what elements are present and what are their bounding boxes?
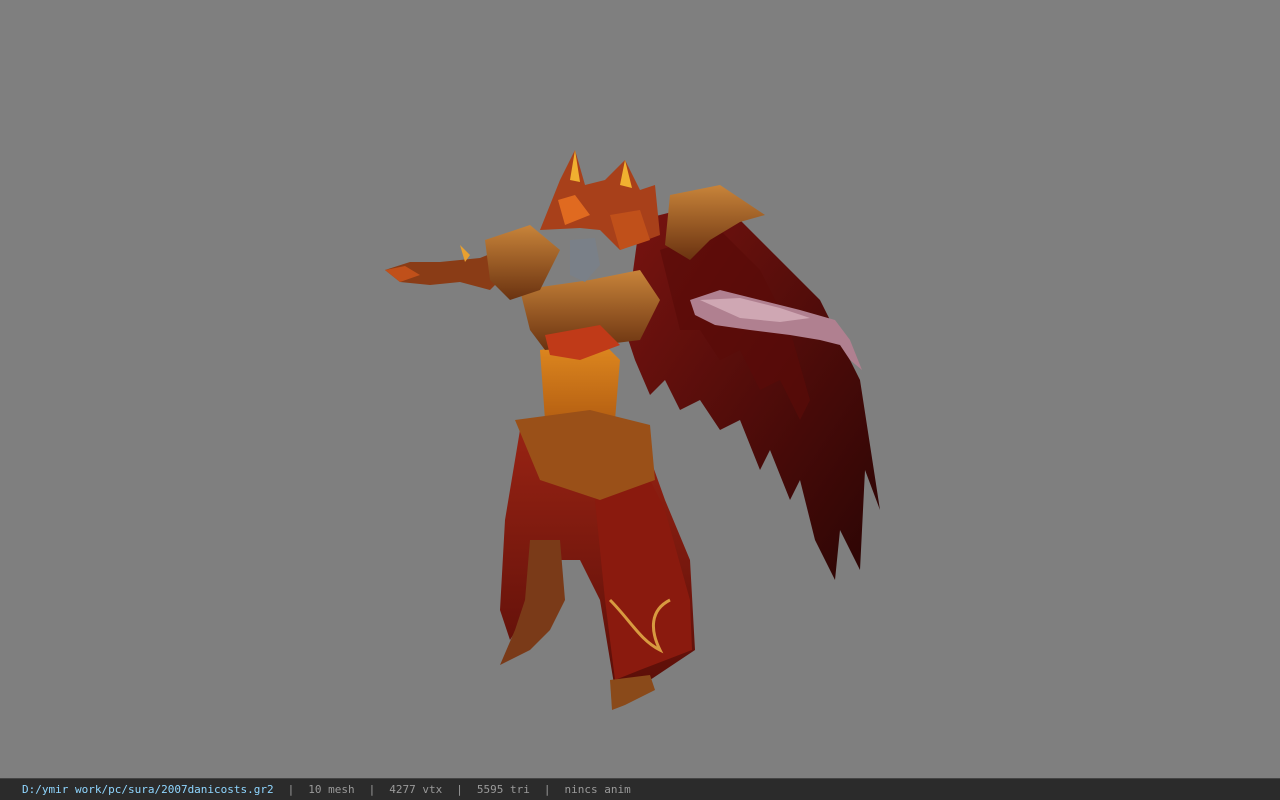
vertex-count: 4277 vtx [389,783,443,796]
character-model [385,150,880,710]
file-path: D:/ymir work/pc/sura/2007danicosts.gr2 [22,783,274,796]
separator: | [287,783,295,796]
mesh-count: 10 mesh [308,783,355,796]
torso [515,270,660,500]
status-bar: D:/ymir work/pc/sura/2007danicosts.gr2 |… [0,778,1280,800]
3d-viewport[interactable] [0,0,1280,778]
triangle-count: 5595 tri [476,783,530,796]
separator: | [543,783,551,796]
separator: | [456,783,463,796]
animation-status: nincs anim [564,783,631,796]
separator: | [368,783,376,796]
